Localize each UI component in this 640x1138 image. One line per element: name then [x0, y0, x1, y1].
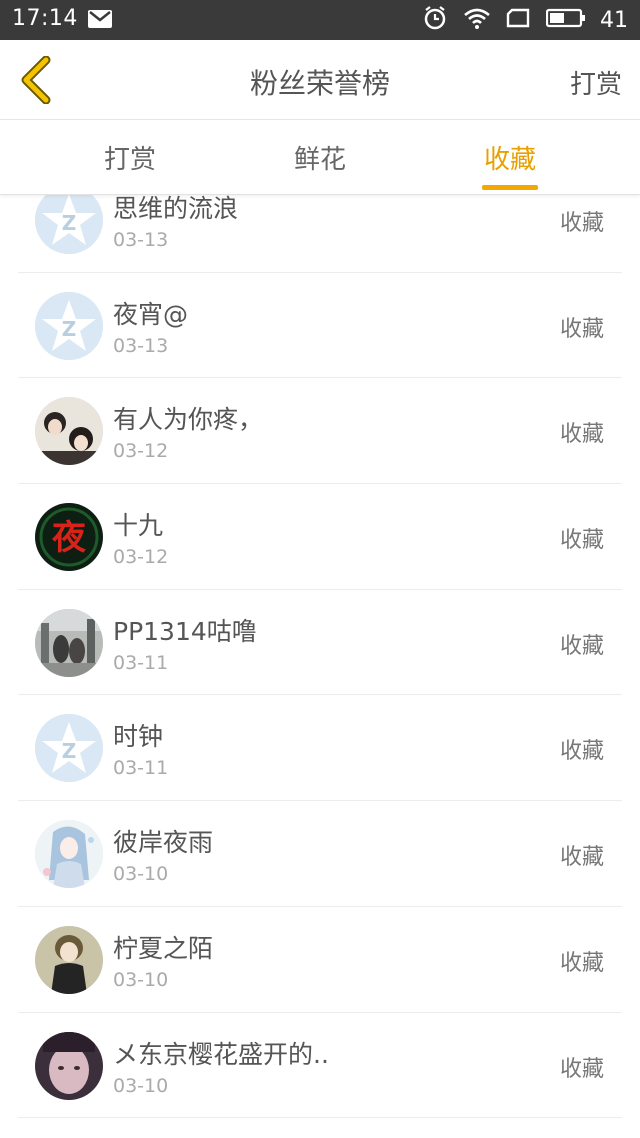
- fan-action: 收藏: [559, 211, 604, 236]
- tab-bar: 打赏 鲜花 收藏: [0, 121, 640, 195]
- fan-list[interactable]: Z 思维的流浪 03-13 收藏 Z 夜宵@ 03-13 收藏 有人为你疼， 0…: [0, 167, 640, 1138]
- avatar-default: Z: [35, 186, 103, 254]
- fan-date: 03-13: [113, 334, 169, 357]
- avatar-photo: [35, 608, 103, 677]
- mail-icon: [88, 10, 112, 28]
- wifi-icon: [462, 6, 492, 34]
- fan-action: 收藏: [559, 316, 604, 342]
- fan-name: 有人为你疼，: [113, 405, 264, 435]
- fan-name: PP1314咕噜: [113, 616, 257, 646]
- list-item[interactable]: 柠夏之陌 03-10 收藏: [18, 907, 622, 1013]
- list-item[interactable]: 有人为你疼， 03-12 收藏: [18, 378, 622, 485]
- page-title: 粉丝荣誉榜: [249, 67, 390, 100]
- active-tab-indicator: [482, 185, 538, 190]
- fan-date: 03-10: [113, 968, 169, 991]
- nav-header: 粉丝荣誉榜 打赏: [0, 40, 640, 120]
- fan-name: 十九: [113, 511, 164, 541]
- list-item[interactable]: Z 夜宵@ 03-13 收藏: [18, 273, 622, 379]
- avatar-photo: 夜: [35, 503, 103, 572]
- battery-level: 41: [600, 7, 628, 33]
- fan-name: 夜宵@: [113, 299, 189, 329]
- fan-action: 收藏: [559, 633, 604, 659]
- list-item[interactable]: メ东京樱花盛开的.. 03-10 收藏: [18, 1013, 622, 1119]
- fan-date: 03-11: [113, 651, 169, 674]
- tab-flowers[interactable]: 鲜花: [260, 139, 380, 176]
- fan-action: 收藏: [559, 739, 604, 765]
- screen-icon: [506, 7, 532, 33]
- svg-text:Z: Z: [62, 739, 77, 763]
- list-item[interactable]: PP1314咕噜 03-11 收藏: [18, 590, 622, 696]
- status-time: 17:14: [12, 6, 78, 31]
- fan-date: 03-12: [113, 546, 169, 569]
- fan-name: 柠夏之陌: [113, 933, 214, 963]
- avatar-default: Z: [35, 714, 103, 783]
- avatar-photo: [35, 397, 103, 466]
- svg-text:夜: 夜: [51, 518, 87, 558]
- avatar-default: Z: [35, 291, 103, 360]
- list-item[interactable]: Z 时钟 03-11 收藏: [18, 695, 622, 802]
- fan-action: 收藏: [559, 1056, 604, 1082]
- status-bar: 17:14 41: [0, 0, 640, 40]
- fan-name: 时钟: [113, 722, 164, 752]
- fan-action: 收藏: [559, 422, 604, 448]
- reward-button[interactable]: 打赏: [570, 64, 622, 101]
- avatar-photo: [35, 925, 103, 994]
- fan-date: 03-13: [113, 229, 169, 251]
- svg-text:Z: Z: [62, 211, 77, 235]
- svg-text:Z: Z: [62, 317, 77, 341]
- avatar-photo: [35, 820, 103, 889]
- fan-date: 03-10: [113, 863, 169, 886]
- fan-date: 03-12: [113, 440, 169, 463]
- fan-name: メ东京樱花盛开的..: [113, 1039, 329, 1069]
- fan-action: 收藏: [559, 950, 604, 976]
- fan-action: 收藏: [559, 528, 604, 554]
- tab-favorites[interactable]: 收藏: [450, 139, 570, 176]
- alarm-icon: [422, 5, 448, 35]
- battery-icon: [545, 7, 586, 33]
- avatar-photo: [35, 1031, 103, 1100]
- fan-action: 收藏: [559, 845, 604, 871]
- fan-name: 彼岸夜雨: [113, 828, 214, 858]
- tab-reward[interactable]: 打赏: [70, 139, 190, 176]
- fan-date: 03-10: [113, 1074, 169, 1097]
- list-item[interactable]: 彼岸夜雨 03-10 收藏: [18, 801, 622, 907]
- list-item[interactable]: 夜 十九 03-12 收藏: [18, 484, 622, 590]
- fan-date: 03-11: [113, 757, 169, 780]
